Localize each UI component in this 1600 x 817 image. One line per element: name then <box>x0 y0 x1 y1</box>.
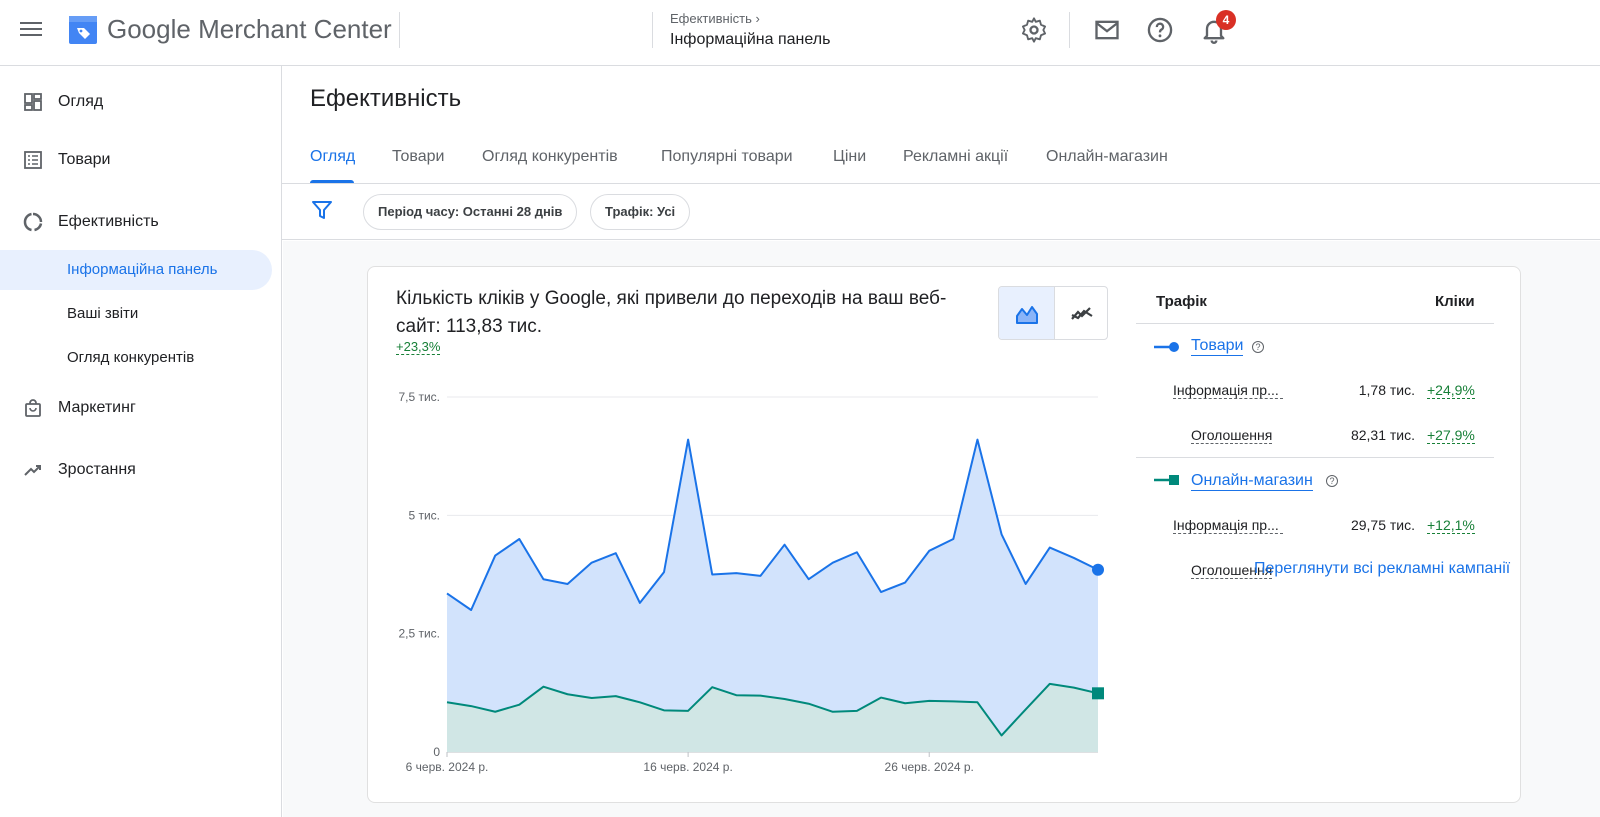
nav-subitem-reports[interactable]: Ваші звіти <box>0 294 272 334</box>
top-app-bar: Google Merchant Center Ефективність › Ін… <box>0 0 1600 66</box>
divider <box>652 12 653 48</box>
tab-prices[interactable]: Ціни <box>833 148 866 166</box>
clicks-card: Кількість кліків у Google, які привели д… <box>367 266 1521 803</box>
divider <box>1069 12 1070 48</box>
filter-icon[interactable] <box>310 198 334 222</box>
left-navigation: Огляд Товари Ефективність Інформаційна п… <box>0 66 282 817</box>
nav-item-overview[interactable]: Огляд <box>0 82 272 122</box>
nav-label: Товари <box>58 151 111 168</box>
filter-chip-time-period[interactable]: Період часу: Останні 28 днів <box>363 194 578 230</box>
y-tick-label: 5 тис. <box>408 508 440 522</box>
help-circle-icon[interactable]: ? <box>1326 475 1338 487</box>
clicks-area-chart: 7,5 тис. 5 тис. 2,5 тис. 06 черв. 2024 р. 16… <box>398 390 1104 774</box>
performance-icon <box>23 212 43 232</box>
row-label: Інформація пр... <box>1173 517 1283 534</box>
row-value: 82,31 тис. <box>1350 427 1415 443</box>
row-value: 29,75 тис. <box>1350 517 1415 533</box>
nav-item-products[interactable]: Товари <box>0 140 272 180</box>
breadcrumb-parent-label: Ефективність <box>670 11 752 26</box>
brand-google: Google <box>107 14 191 44</box>
breadcrumb-parent[interactable]: Ефективність › <box>670 11 760 26</box>
row-label: Оголошення <box>1191 427 1273 444</box>
breadcrumb-current: Інформаційна панель <box>670 31 831 48</box>
table-divider <box>1136 323 1494 324</box>
nav-label: Огляд <box>58 93 104 110</box>
mail-icon[interactable] <box>1093 16 1121 44</box>
y-tick-label: 0 <box>433 745 440 759</box>
view-all-campaigns-link[interactable]: Переглянути всі рекламні кампанії <box>1254 560 1510 578</box>
group-link-products[interactable]: Товари <box>1191 337 1244 356</box>
tab-online-store[interactable]: Онлайн-магазин <box>1046 148 1168 166</box>
group-link-online-store[interactable]: Онлайн-магазин <box>1191 472 1313 491</box>
products-series-legend-icon <box>1154 342 1179 352</box>
table-divider <box>1136 457 1494 458</box>
row-label: Інформація пр... <box>1173 382 1283 399</box>
nav-sublabel: Ваші звіти <box>67 305 139 322</box>
clicks-column-header: Кліки <box>1435 293 1475 310</box>
page-title: Ефективність <box>310 85 462 112</box>
nav-label: Маркетинг <box>58 399 136 416</box>
tab-products[interactable]: Товари <box>392 148 444 166</box>
series-end-point[interactable] <box>1092 563 1104 576</box>
trending-up-icon <box>24 465 41 476</box>
divider <box>399 12 400 48</box>
nav-item-marketing[interactable]: Маркетинг <box>0 388 272 428</box>
y-tick-label: 7,5 тис. <box>398 390 440 404</box>
x-tick-label: 6 черв. 2024 р. <box>406 760 489 774</box>
help-circle-icon[interactable]: ? <box>1252 341 1264 353</box>
nav-label: Зростання <box>58 461 136 478</box>
notification-count-badge: 4 <box>1216 10 1236 30</box>
tab-popular-products[interactable]: Популярні товари <box>661 148 793 166</box>
main-menu-icon[interactable] <box>18 18 44 44</box>
x-tick-label: 26 черв. 2024 р. <box>885 760 974 774</box>
help-icon[interactable] <box>1146 16 1174 44</box>
settings-gear-icon[interactable] <box>1020 16 1048 44</box>
row-delta: +27,9% <box>1427 427 1475 444</box>
nav-item-performance[interactable]: Ефективність <box>0 202 272 242</box>
nav-label: Ефективність <box>58 213 159 230</box>
nav-sublabel: Огляд конкурентів <box>67 349 195 366</box>
row-delta: +12,1% <box>1427 517 1475 534</box>
nav-subitem-competitors[interactable]: Огляд конкурентів <box>0 338 272 378</box>
merchant-center-logo-icon <box>69 16 97 44</box>
tab-competitors[interactable]: Огляд конкурентів <box>482 148 618 166</box>
nav-sublabel: Інформаційна панель <box>67 261 218 278</box>
brand-merchant-center: Merchant Center <box>198 14 392 44</box>
list-icon <box>24 151 42 169</box>
dashboard-icon <box>24 93 42 111</box>
filter-chip-traffic[interactable]: Трафік: Усі <box>590 194 691 230</box>
x-tick-label: 16 черв. 2024 р. <box>643 760 732 774</box>
nav-item-growth[interactable]: Зростання <box>0 450 272 490</box>
shopping-bag-icon <box>25 399 41 417</box>
row-delta: +24,9% <box>1427 382 1475 399</box>
filter-bar: Період часу: Останні 28 днів Трафік: Усі <box>282 184 1600 240</box>
row-value: 1,78 тис. <box>1358 382 1415 398</box>
y-tick-label: 2,5 тис. <box>398 627 440 641</box>
tab-promotions[interactable]: Рекламні акції <box>903 148 1008 166</box>
active-tab-indicator <box>310 180 354 183</box>
series-end-point[interactable] <box>1092 687 1104 700</box>
tab-overview[interactable]: Огляд <box>310 148 355 166</box>
traffic-column-header: Трафік <box>1156 293 1207 310</box>
online-store-series-legend-icon <box>1154 475 1179 485</box>
chevron-right-icon: › <box>755 11 760 26</box>
tab-bar: Огляд Товари Огляд конкурентів Популярні… <box>282 136 1600 184</box>
product-name[interactable]: Google Merchant Center <box>107 14 392 45</box>
nav-subitem-dashboard[interactable]: Інформаційна панель <box>0 250 272 290</box>
